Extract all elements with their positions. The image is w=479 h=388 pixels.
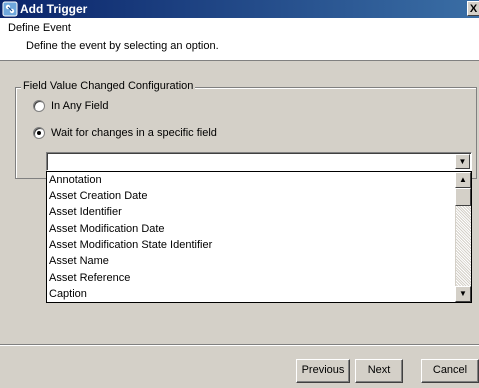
scroll-thumb[interactable]	[455, 188, 471, 206]
scroll-down-icon[interactable]: ▼	[455, 286, 471, 302]
step-description: Define the event by selecting an option.	[26, 40, 219, 52]
step-title: Define Event	[8, 22, 71, 34]
list-item[interactable]: Asset Modification Date	[49, 221, 165, 237]
scroll-up-icon[interactable]: ▲	[455, 172, 471, 188]
footer-divider	[0, 344, 479, 346]
header-panel: Define Event Define the event by selecti…	[0, 18, 479, 61]
trigger-app-icon	[2, 1, 18, 17]
group-legend: Field Value Changed Configuration	[21, 80, 196, 92]
list-item[interactable]: Annotation	[49, 172, 102, 188]
radio-label[interactable]: In Any Field	[51, 100, 108, 112]
radio-button[interactable]	[33, 100, 45, 112]
chevron-down-icon[interactable]: ▼	[455, 154, 470, 169]
list-item[interactable]: Asset Identifier	[49, 204, 122, 220]
list-item[interactable]: Asset Modification State Identifier	[49, 237, 212, 253]
list-item[interactable]: Caption	[49, 286, 87, 302]
title-bar[interactable]: Add Trigger X	[0, 0, 479, 18]
list-item[interactable]: Asset Reference	[49, 270, 130, 286]
radio-label[interactable]: Wait for changes in a specific field	[51, 127, 217, 139]
radio-button-checked[interactable]	[33, 127, 45, 139]
cancel-button[interactable]: Cancel	[421, 359, 479, 383]
window-title: Add Trigger	[20, 2, 88, 16]
add-trigger-dialog: Add Trigger X Define Event Define the ev…	[0, 0, 479, 388]
next-button[interactable]: Next	[355, 359, 403, 383]
close-button[interactable]: X	[467, 1, 479, 16]
list-item[interactable]: Asset Creation Date	[49, 188, 147, 204]
field-dropdown-list[interactable]: Annotation Asset Creation Date Asset Ide…	[46, 171, 472, 303]
list-item[interactable]: Asset Name	[49, 253, 109, 269]
previous-button[interactable]: Previous	[296, 359, 350, 383]
field-select[interactable]: ▼	[46, 152, 472, 171]
